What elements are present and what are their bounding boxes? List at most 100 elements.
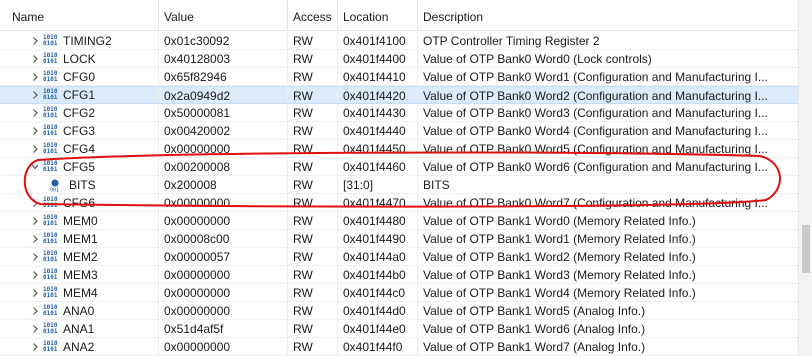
chevron-right-icon[interactable] [31, 197, 39, 209]
binary-register-icon: 1010 0101 [43, 268, 59, 282]
chevron-right-icon[interactable] [31, 341, 39, 353]
chevron-right-icon[interactable] [31, 215, 39, 227]
row-name: CFG1 [63, 88, 96, 102]
register-row[interactable]: 1010 0101 CFG4 0x00000000 RW 0x401f4450 Value … [0, 140, 798, 158]
row-value[interactable]: 0x00000000 [159, 212, 288, 229]
row-value[interactable]: 0x00000000 [159, 284, 288, 301]
row-value[interactable]: 0x200008 [159, 176, 288, 193]
register-row[interactable]: 1010 0101 CFG3 0x00420002 RW 0x401f4440 Value … [0, 122, 798, 140]
vertical-scrollbar[interactable] [798, 0, 812, 356]
chevron-right-icon[interactable] [31, 53, 39, 65]
row-access: RW [288, 320, 338, 337]
bit-field-icon: 001 [47, 178, 63, 193]
row-value[interactable]: 0x00000057 [159, 248, 288, 265]
name-cell: 1010 0101 ANA1 [0, 320, 159, 337]
column-header-access[interactable]: Access [288, 0, 338, 31]
row-value[interactable]: 0x01c30092 [159, 32, 288, 49]
row-name: BITS [69, 177, 96, 192]
row-description: Value of OTP Bank0 Word6 (Configuration … [423, 160, 768, 174]
register-row[interactable]: 1010 0101 MEM3 0x00000000 RW 0x401f44b0 Value … [0, 266, 798, 284]
row-description: Value of OTP Bank1 Word4 (Memory Related… [423, 286, 696, 300]
svg-text:0101: 0101 [43, 220, 58, 227]
row-name: MEM1 [63, 231, 98, 246]
chevron-right-icon[interactable] [31, 233, 39, 245]
row-name: CFG4 [63, 141, 96, 156]
binary-register-icon: 1010 0101 [43, 142, 59, 156]
row-value[interactable]: 0x00000000 [159, 302, 288, 319]
row-value[interactable]: 0x2a0949d2 [159, 87, 288, 103]
register-row[interactable]: 1010 0101 LOCK 0x40128003 RW 0x401f4400 Value … [0, 50, 798, 68]
chevron-right-icon[interactable] [31, 323, 39, 335]
chevron-right-icon[interactable] [31, 107, 39, 119]
binary-register-icon: 1010 0101 [43, 70, 59, 84]
register-row[interactable]: 1010 0101 MEM2 0x00000057 RW 0x401f44a0 Value … [0, 248, 798, 266]
register-row[interactable]: 1010 0101 CFG0 0x65f82946 RW 0x401f4410 Value … [0, 68, 798, 86]
row-access: RW [288, 266, 338, 283]
register-row[interactable]: 1010 0101 ANA0 0x00000000 RW 0x401f44d0 Value … [0, 302, 798, 320]
row-value[interactable]: 0x00420002 [159, 122, 288, 139]
row-value[interactable]: 0x00000000 [159, 140, 288, 157]
row-value[interactable]: 0x00200008 [159, 158, 288, 175]
svg-text:0101: 0101 [43, 94, 58, 101]
chevron-right-icon[interactable] [31, 71, 39, 83]
row-description: Value of OTP Bank0 Word4 (Configuration … [423, 124, 768, 138]
chevron-right-icon[interactable] [31, 269, 39, 281]
row-name: MEM2 [63, 249, 98, 264]
svg-text:0101: 0101 [43, 130, 58, 137]
row-description: Value of OTP Bank1 Word0 (Memory Related… [423, 214, 696, 228]
row-value[interactable]: 0x00000000 [159, 266, 288, 283]
register-row[interactable]: 1010 0101 CFG5 0x00200008 RW 0x401f4460 Value … [0, 158, 798, 176]
register-row[interactable]: 1010 0101 ANA2 0x00000000 RW 0x401f44f0 Value … [0, 338, 798, 356]
chevron-right-icon[interactable] [31, 251, 39, 263]
register-row[interactable]: 1010 0101 CFG2 0x50000081 RW 0x401f4430 Value … [0, 104, 798, 122]
scrollbar-thumb[interactable] [802, 225, 810, 273]
register-row[interactable]: 1010 0101 CFG6 0x00000000 RW 0x401f4470 Value … [0, 194, 798, 212]
row-access: RW [288, 338, 338, 355]
row-name: CFG2 [63, 105, 96, 120]
register-row[interactable]: 1010 0101 TIMING2 0x01c30092 RW 0x401f4100 OTP… [0, 32, 798, 50]
binary-register-icon: 1010 0101 [43, 196, 59, 210]
column-header-description[interactable]: Description [418, 0, 798, 31]
name-cell: 1010 0101 LOCK [0, 50, 159, 67]
column-header-value[interactable]: Value [159, 0, 288, 31]
row-value[interactable]: 0x00000000 [159, 194, 288, 211]
name-cell: 001 BITS [0, 176, 159, 193]
row-value[interactable]: 0x65f82946 [159, 68, 288, 85]
chevron-right-icon[interactable] [31, 89, 39, 101]
row-name: CFG5 [63, 159, 96, 174]
register-row[interactable]: 1010 0101 MEM4 0x00000000 RW 0x401f44c0 Value … [0, 284, 798, 302]
row-value[interactable]: 0x00000000 [159, 338, 288, 355]
chevron-right-icon[interactable] [31, 35, 39, 47]
row-location: [31:0] [338, 176, 418, 193]
svg-text:0101: 0101 [43, 58, 58, 65]
field-row[interactable]: 001 BITS 0x200008 RW [31:0] BITS [0, 176, 798, 194]
row-value[interactable]: 0x40128003 [159, 50, 288, 67]
register-row[interactable]: 1010 0101 MEM0 0x00000000 RW 0x401f4480 Value … [0, 212, 798, 230]
name-cell: 1010 0101 ANA0 [0, 302, 159, 319]
register-row[interactable]: 1010 0101 ANA1 0x51d4af5f RW 0x401f44e0 Value … [0, 320, 798, 338]
row-access: RW [288, 122, 338, 139]
row-access: RW [288, 194, 338, 211]
row-name: MEM3 [63, 267, 98, 282]
chevron-right-icon[interactable] [31, 305, 39, 317]
row-value[interactable]: 0x51d4af5f [159, 320, 288, 337]
row-value[interactable]: 0x50000081 [159, 104, 288, 121]
row-name: ANA2 [63, 339, 95, 354]
row-location: 0x401f44d0 [338, 302, 418, 319]
register-row[interactable]: 1010 0101 MEM1 0x00008c00 RW 0x401f4490 Value … [0, 230, 798, 248]
column-header-location[interactable]: Location [338, 0, 418, 31]
svg-text:0101: 0101 [43, 40, 58, 47]
row-access: RW [288, 212, 338, 229]
column-header-name[interactable]: Name [0, 0, 159, 31]
chevron-right-icon[interactable] [31, 143, 39, 155]
register-row[interactable]: 1010 0101 CFG1 0x2a0949d2 RW 0x401f4420 Value … [0, 86, 798, 104]
register-view: Name Value Access Location Description 1… [0, 0, 812, 356]
chevron-down-icon[interactable] [31, 161, 39, 173]
chevron-right-icon[interactable] [31, 287, 39, 299]
row-name: CFG6 [63, 195, 96, 210]
chevron-right-icon[interactable] [31, 125, 39, 137]
name-cell: 1010 0101 MEM1 [0, 230, 159, 247]
row-value[interactable]: 0x00008c00 [159, 230, 288, 247]
name-cell: 1010 0101 CFG0 [0, 68, 159, 85]
row-location: 0x401f4490 [338, 230, 418, 247]
